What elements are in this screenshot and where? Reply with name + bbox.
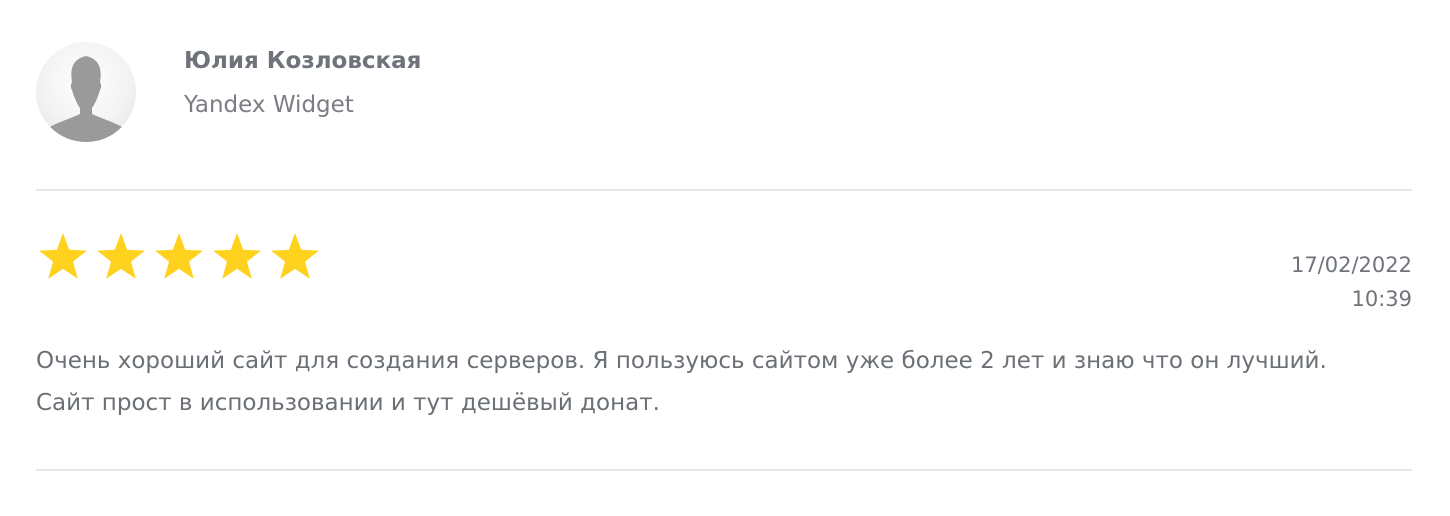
star-icon (97, 233, 145, 279)
avatar (36, 42, 136, 142)
review-text: Очень хороший сайт для создания серверов… (36, 348, 1327, 416)
star-icon (155, 233, 203, 279)
review-card: Юлия Козловская Yandex Widget 17/02/2022… (36, 0, 1412, 516)
review-datetime: 17/02/2022 10:39 (1291, 248, 1412, 316)
review-time: 10:39 (1351, 287, 1412, 311)
star-icon (271, 233, 319, 279)
review-source: Yandex Widget (184, 92, 354, 118)
star-rating (36, 230, 322, 284)
author-name: Юлия Козловская (184, 48, 422, 74)
review-date: 17/02/2022 (1290, 253, 1412, 277)
divider (36, 469, 1412, 471)
divider (36, 189, 1412, 191)
user-silhouette-icon (41, 56, 131, 142)
star-icon (39, 233, 87, 279)
star-icon (213, 233, 261, 279)
review-header: Юлия Козловская Yandex Widget (36, 42, 1412, 142)
